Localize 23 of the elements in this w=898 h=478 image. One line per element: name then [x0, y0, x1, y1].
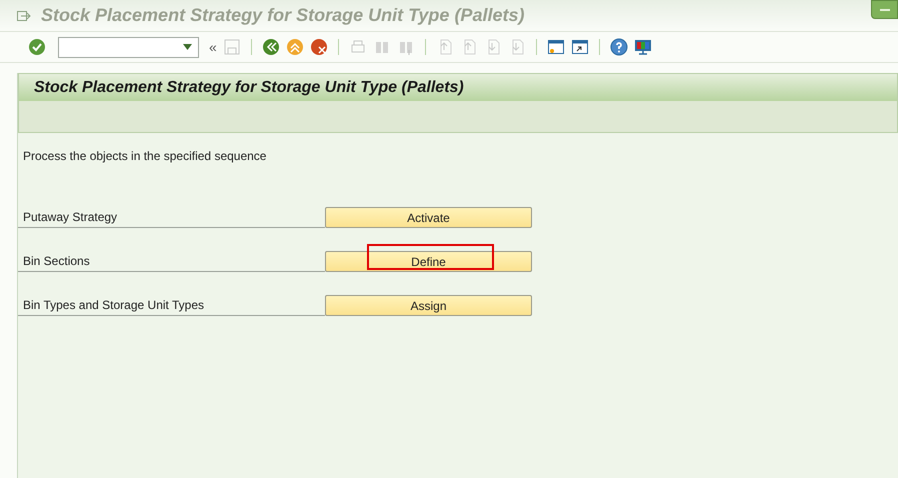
- new-window-icon[interactable]: [546, 38, 565, 56]
- step-button[interactable]: Define: [325, 251, 532, 272]
- monitor-icon[interactable]: [634, 38, 652, 56]
- check-icon[interactable]: [28, 38, 46, 56]
- back-icon[interactable]: [262, 38, 280, 56]
- step-label: Putaway Strategy: [18, 208, 325, 228]
- help-icon[interactable]: [610, 38, 628, 56]
- window-title: Stock Placement Strategy for Storage Unit Type (Pallets): [41, 4, 524, 27]
- dropdown-icon: [183, 44, 192, 50]
- step-label: Bin Types and Storage Unit Types: [18, 296, 325, 316]
- command-field[interactable]: [58, 36, 199, 58]
- minimize-button[interactable]: [871, 0, 898, 19]
- save-icon[interactable]: [222, 38, 241, 56]
- step-label: Bin Sections: [18, 252, 325, 272]
- exit-icon[interactable]: [17, 10, 31, 22]
- step-button[interactable]: Activate: [325, 207, 532, 228]
- cancel-icon[interactable]: [310, 38, 328, 56]
- instruction-text: Process the objects in the specified sequence: [22, 148, 268, 165]
- collapse-button[interactable]: «: [209, 36, 217, 58]
- panel-title: Stock Placement Strategy for Storage Unit Type (Pallets): [34, 78, 464, 98]
- step-button[interactable]: Assign: [325, 295, 532, 316]
- shortcut-icon[interactable]: [570, 38, 589, 56]
- up-icon[interactable]: [286, 38, 304, 56]
